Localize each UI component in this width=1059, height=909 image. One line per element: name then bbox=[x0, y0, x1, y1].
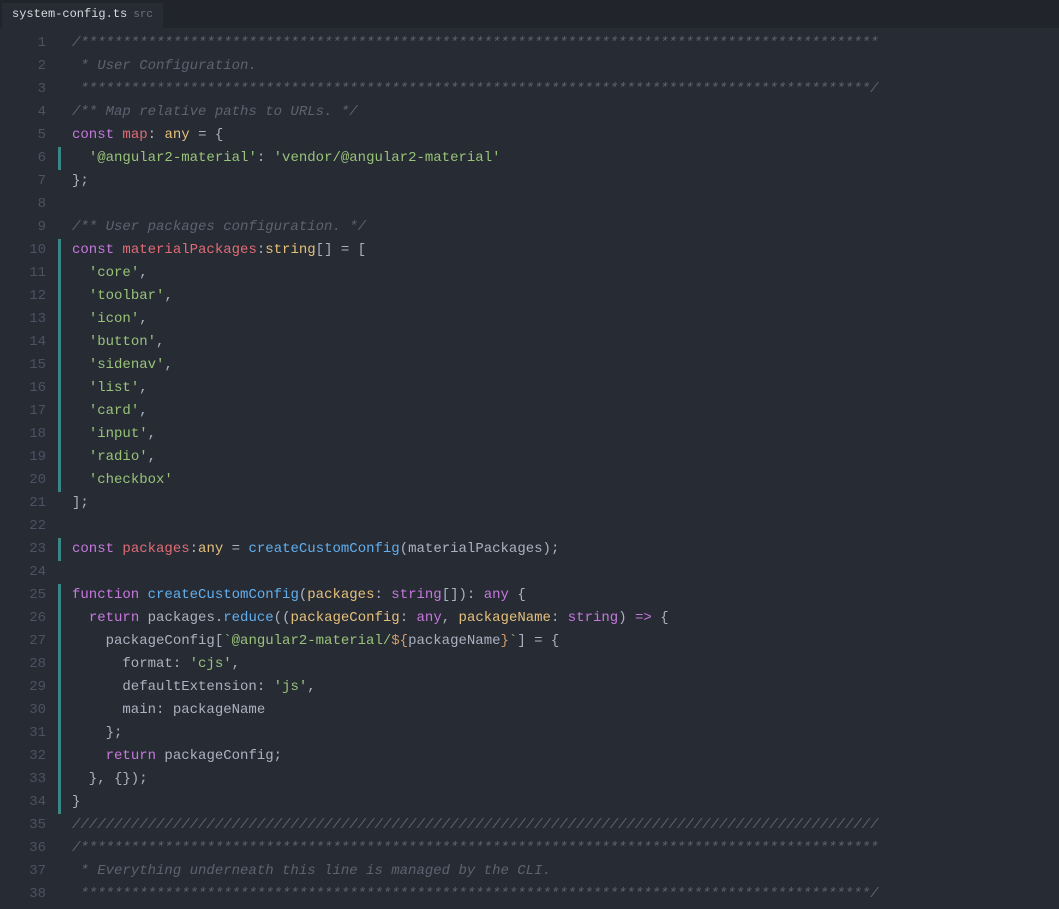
line-number: 7 bbox=[0, 170, 46, 193]
code-line[interactable]: 'radio', bbox=[58, 446, 1059, 469]
code-line[interactable]: format: 'cjs', bbox=[58, 653, 1059, 676]
code-line[interactable]: packageConfig[`@angular2-material/${pack… bbox=[58, 630, 1059, 653]
code-line[interactable]: return packages.reduce((packageConfig: a… bbox=[58, 607, 1059, 630]
tab-path: src bbox=[133, 9, 153, 21]
code-line[interactable]: ****************************************… bbox=[58, 78, 1059, 101]
line-number: 15 bbox=[0, 354, 46, 377]
line-number: 23 bbox=[0, 538, 46, 561]
tab-bar: system-config.ts src bbox=[0, 0, 1059, 28]
line-number: 35 bbox=[0, 814, 46, 837]
line-number: 31 bbox=[0, 722, 46, 745]
line-number: 18 bbox=[0, 423, 46, 446]
line-number: 20 bbox=[0, 469, 46, 492]
line-number: 13 bbox=[0, 308, 46, 331]
line-number: 14 bbox=[0, 331, 46, 354]
line-number: 4 bbox=[0, 101, 46, 124]
line-number: 22 bbox=[0, 515, 46, 538]
code-line[interactable]: 'toolbar', bbox=[58, 285, 1059, 308]
line-number: 12 bbox=[0, 285, 46, 308]
code-content[interactable]: /***************************************… bbox=[58, 28, 1059, 909]
line-number: 28 bbox=[0, 653, 46, 676]
line-number: 32 bbox=[0, 745, 46, 768]
code-line[interactable]: /** Map relative paths to URLs. */ bbox=[58, 101, 1059, 124]
line-number: 29 bbox=[0, 676, 46, 699]
line-number: 27 bbox=[0, 630, 46, 653]
code-line[interactable]: ****************************************… bbox=[58, 883, 1059, 906]
line-number: 9 bbox=[0, 216, 46, 239]
active-tab[interactable]: system-config.ts src bbox=[2, 3, 163, 29]
line-number: 25 bbox=[0, 584, 46, 607]
line-number: 6 bbox=[0, 147, 46, 170]
code-line[interactable]: 'input', bbox=[58, 423, 1059, 446]
code-line[interactable]: function createCustomConfig(packages: st… bbox=[58, 584, 1059, 607]
code-line[interactable]: main: packageName bbox=[58, 699, 1059, 722]
code-line[interactable]: 'button', bbox=[58, 331, 1059, 354]
code-line[interactable]: 'icon', bbox=[58, 308, 1059, 331]
code-line[interactable]: ////////////////////////////////////////… bbox=[58, 814, 1059, 837]
line-number: 3 bbox=[0, 78, 46, 101]
code-line[interactable]: /***************************************… bbox=[58, 32, 1059, 55]
code-line[interactable]: 'sidenav', bbox=[58, 354, 1059, 377]
line-number: 21 bbox=[0, 492, 46, 515]
code-line[interactable]: const materialPackages:string[] = [ bbox=[58, 239, 1059, 262]
code-line[interactable]: * User Configuration. bbox=[58, 55, 1059, 78]
code-line[interactable]: 'card', bbox=[58, 400, 1059, 423]
line-number: 10 bbox=[0, 239, 46, 262]
code-line[interactable]: 'core', bbox=[58, 262, 1059, 285]
line-number: 5 bbox=[0, 124, 46, 147]
line-number: 8 bbox=[0, 193, 46, 216]
code-line[interactable]: } bbox=[58, 791, 1059, 814]
code-line[interactable]: }, {}); bbox=[58, 768, 1059, 791]
code-line[interactable]: '@angular2-material': 'vendor/@angular2-… bbox=[58, 147, 1059, 170]
editor-area[interactable]: 1234567891011121314151617181920212223242… bbox=[0, 28, 1059, 909]
code-line[interactable]: }; bbox=[58, 170, 1059, 193]
code-line[interactable]: 'checkbox' bbox=[58, 469, 1059, 492]
code-line[interactable]: return packageConfig; bbox=[58, 745, 1059, 768]
code-line[interactable] bbox=[58, 561, 1059, 584]
line-number: 17 bbox=[0, 400, 46, 423]
line-number-gutter: 1234567891011121314151617181920212223242… bbox=[0, 28, 58, 909]
line-number: 11 bbox=[0, 262, 46, 285]
code-line[interactable] bbox=[58, 515, 1059, 538]
line-number: 38 bbox=[0, 883, 46, 906]
line-number: 2 bbox=[0, 55, 46, 78]
line-number: 30 bbox=[0, 699, 46, 722]
line-number: 19 bbox=[0, 446, 46, 469]
code-line[interactable]: /** User packages configuration. */ bbox=[58, 216, 1059, 239]
line-number: 36 bbox=[0, 837, 46, 860]
code-line[interactable] bbox=[58, 193, 1059, 216]
code-line[interactable]: }; bbox=[58, 722, 1059, 745]
line-number: 26 bbox=[0, 607, 46, 630]
code-line[interactable]: ]; bbox=[58, 492, 1059, 515]
line-number: 33 bbox=[0, 768, 46, 791]
line-number: 34 bbox=[0, 791, 46, 814]
code-line[interactable]: 'list', bbox=[58, 377, 1059, 400]
tab-filename: system-config.ts bbox=[12, 7, 127, 21]
code-line[interactable]: const packages:any = createCustomConfig(… bbox=[58, 538, 1059, 561]
code-line[interactable]: /***************************************… bbox=[58, 837, 1059, 860]
line-number: 16 bbox=[0, 377, 46, 400]
code-line[interactable]: defaultExtension: 'js', bbox=[58, 676, 1059, 699]
code-line[interactable]: * Everything underneath this line is man… bbox=[58, 860, 1059, 883]
line-number: 1 bbox=[0, 32, 46, 55]
line-number: 24 bbox=[0, 561, 46, 584]
line-number: 37 bbox=[0, 860, 46, 883]
code-line[interactable]: const map: any = { bbox=[58, 124, 1059, 147]
